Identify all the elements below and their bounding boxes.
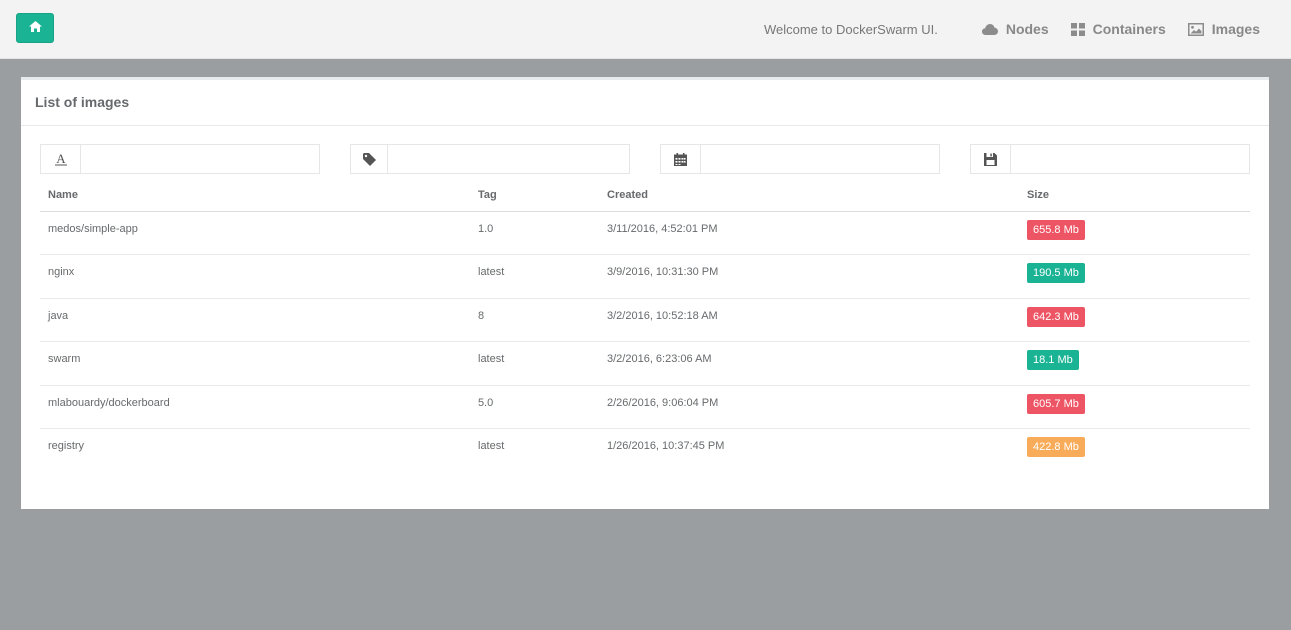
- panel-title: List of images: [21, 80, 1269, 126]
- calendar-icon: [661, 145, 701, 173]
- home-icon: [28, 19, 42, 37]
- cell-name: mlabouardy/dockerboard: [40, 384, 470, 429]
- nav-item-images[interactable]: Images: [1187, 21, 1260, 37]
- table-row[interactable]: medos/simple-app 1.0 3/11/2016, 4:52:01 PM…: [40, 211, 1250, 255]
- cell-name: nginx: [40, 254, 470, 298]
- cell-created: 3/2/2016, 6:23:06 AM: [599, 341, 1019, 385]
- cell-tag: 5.0: [470, 384, 599, 429]
- home-button[interactable]: [16, 13, 54, 43]
- filter-row: A: [40, 144, 1250, 174]
- cell-size: 642.3 Mb: [1019, 297, 1250, 342]
- table-row[interactable]: nginx latest 3/9/2016, 10:31:30 PM 190.5 Mb: [40, 254, 1250, 298]
- size-badge: 18.1 Mb: [1027, 350, 1079, 370]
- size-badge: 655.8 Mb: [1027, 219, 1085, 240]
- cell-created: 2/26/2016, 9:06:04 PM: [599, 384, 1019, 429]
- cell-name: medos/simple-app: [48, 222, 138, 235]
- cell-name: java: [40, 297, 470, 342]
- nav-item-containers[interactable]: Containers: [1070, 21, 1166, 37]
- created-filter-input[interactable]: [701, 145, 939, 173]
- size-filter-input[interactable]: [1011, 145, 1249, 173]
- column-header-created[interactable]: Created: [599, 180, 1019, 212]
- cell-tag: latest: [470, 254, 599, 298]
- cell-tag: latest: [470, 341, 599, 385]
- cell-size: 422.8 Mb: [1019, 428, 1250, 472]
- cell-size: 18.1 Mb: [1019, 341, 1250, 385]
- nav-label-nodes: Nodes: [1005, 21, 1049, 37]
- cell-name: registry: [40, 428, 470, 472]
- cell-name: swarm: [40, 341, 470, 385]
- svg-text:A: A: [56, 152, 66, 166]
- table-row[interactable]: java 8 3/2/2016, 10:52:18 AM 642.3 Mb: [40, 297, 1250, 342]
- cell-created: 1/26/2016, 10:37:45 PM: [599, 428, 1019, 472]
- cell-tag: 8: [470, 297, 599, 342]
- nav-label-images: Images: [1211, 21, 1260, 37]
- tag-filter: [350, 144, 630, 174]
- top-navbar: Welcome to DockerSwarm UI. Nodes Contain…: [0, 0, 1291, 59]
- welcome-text: Welcome to DockerSwarm UI.: [763, 21, 938, 37]
- cell-size: 190.5 Mb: [1019, 254, 1250, 298]
- size-filter: [970, 144, 1250, 174]
- nav-label-containers: Containers: [1092, 21, 1166, 37]
- cell-tag: 1.0: [478, 222, 494, 235]
- cell-tag: latest: [470, 428, 599, 472]
- image-icon: [1187, 22, 1204, 36]
- tag-filter-input[interactable]: [388, 145, 629, 173]
- cloud-icon: [981, 23, 998, 35]
- table-row[interactable]: mlabouardy/dockerboard 5.0 2/26/2016, 9:06…: [40, 384, 1250, 429]
- table-header-row: Name Tag Created Size: [40, 180, 1250, 212]
- images-table: Name Tag Created Size medos/simple-app 1.…: [40, 180, 1250, 472]
- nav-item-nodes[interactable]: Nodes: [981, 21, 1049, 37]
- grid-icon: [1070, 22, 1085, 36]
- cell-created: 3/9/2016, 10:31:30 PM: [599, 254, 1019, 298]
- size-badge: 190.5 Mb: [1027, 263, 1085, 283]
- table-row[interactable]: registry latest 1/26/2016, 10:37:45 PM 422.…: [40, 428, 1250, 472]
- column-header-tag[interactable]: Tag: [470, 180, 599, 212]
- column-header-size[interactable]: Size: [1019, 180, 1250, 212]
- cell-size: 655.8 Mb: [1019, 211, 1250, 255]
- name-filter-input[interactable]: [81, 145, 319, 173]
- cell-created: 3/11/2016, 4:52:01 PM: [607, 222, 718, 235]
- created-filter: [660, 144, 940, 174]
- font-icon: A: [41, 145, 81, 173]
- save-icon: [971, 145, 1011, 173]
- cell-created: 3/2/2016, 10:52:18 AM: [599, 297, 1019, 342]
- cell-size: 605.7 Mb: [1019, 384, 1250, 429]
- column-header-name[interactable]: Name: [40, 180, 470, 212]
- images-panel: List of images A Name Tag Created Size m…: [21, 77, 1269, 509]
- tag-icon: [351, 145, 388, 173]
- name-filter: A: [40, 144, 320, 174]
- size-badge: 642.3 Mb: [1027, 306, 1085, 327]
- size-badge: 605.7 Mb: [1027, 393, 1085, 414]
- table-body: medos/simple-app 1.0 3/11/2016, 4:52:01 PM…: [40, 211, 1250, 472]
- table-row[interactable]: swarm latest 3/2/2016, 6:23:06 AM 18.1 Mb: [40, 341, 1250, 385]
- nav-right: Welcome to DockerSwarm UI. Nodes Contain…: [764, 20, 1260, 38]
- size-badge: 422.8 Mb: [1027, 437, 1085, 457]
